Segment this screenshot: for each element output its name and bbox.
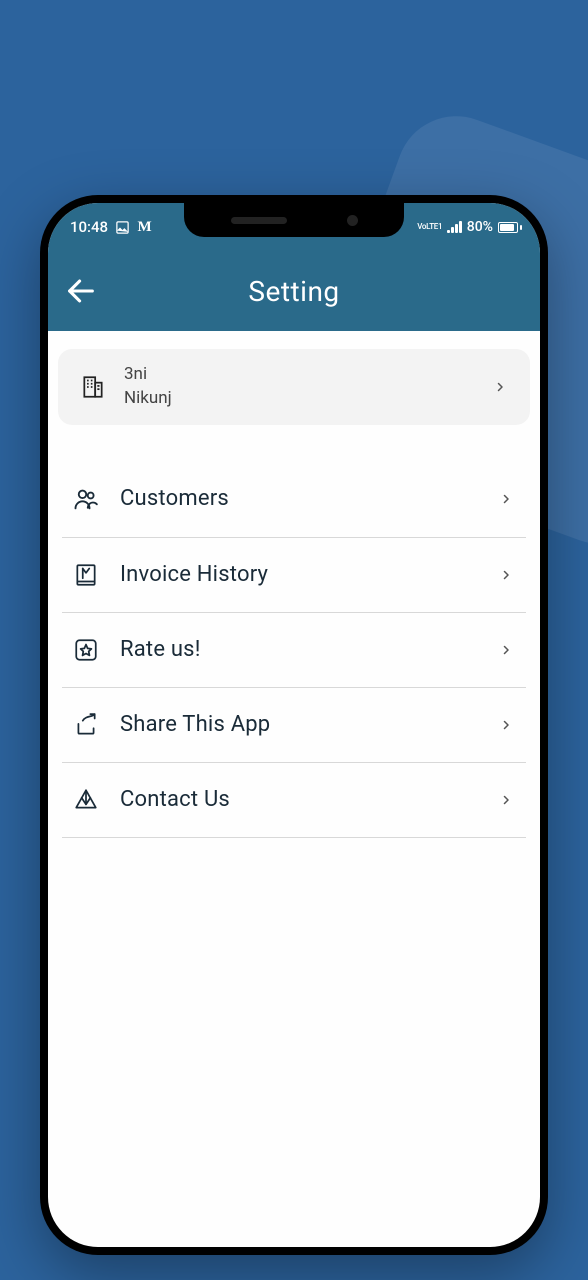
menu-label: Share This App <box>120 712 494 737</box>
company-name: 3ni <box>124 363 488 387</box>
battery-icon <box>498 222 522 233</box>
chevron-right-icon <box>494 569 518 581</box>
menu-item-contact-us[interactable]: Contact Us <box>62 763 526 838</box>
menu-label: Contact Us <box>120 787 494 812</box>
menu-label: Invoice History <box>120 562 494 587</box>
chevron-right-icon <box>494 794 518 806</box>
contact-icon <box>70 787 102 813</box>
phone-frame: 10:48 M VoLTE1 80% Setting <box>40 195 548 1255</box>
phone-screen: 10:48 M VoLTE1 80% Setting <box>48 203 540 1247</box>
chevron-right-icon <box>494 493 518 505</box>
invoice-icon <box>70 562 102 588</box>
company-owner: Nikunj <box>124 387 488 411</box>
menu-item-customers[interactable]: Customers <box>62 461 526 538</box>
settings-menu: Customers Invoice History Rate us! <box>58 461 530 838</box>
menu-item-invoice-history[interactable]: Invoice History <box>62 538 526 613</box>
chevron-right-icon <box>494 719 518 731</box>
signal-icon <box>447 221 462 233</box>
company-card[interactable]: 3ni Nikunj <box>58 349 530 425</box>
picture-icon <box>115 220 130 235</box>
page-title: Setting <box>248 275 339 308</box>
customers-icon <box>70 485 102 513</box>
chevron-right-icon <box>488 381 512 393</box>
share-icon <box>70 712 102 738</box>
gmail-icon: M <box>137 220 152 235</box>
app-bar: Setting <box>48 251 540 331</box>
battery-pct: 80% <box>467 219 493 235</box>
star-icon <box>70 637 102 663</box>
menu-item-share-app[interactable]: Share This App <box>62 688 526 763</box>
menu-label: Customers <box>120 486 494 511</box>
lte-indicator: VoLTE1 <box>417 223 442 231</box>
menu-label: Rate us! <box>120 637 494 662</box>
chevron-right-icon <box>494 644 518 656</box>
phone-notch <box>184 203 404 237</box>
building-icon <box>76 374 110 400</box>
menu-item-rate-us[interactable]: Rate us! <box>62 613 526 688</box>
arrow-left-icon <box>64 274 98 308</box>
status-time: 10:48 <box>70 218 108 236</box>
back-button[interactable] <box>56 266 106 316</box>
